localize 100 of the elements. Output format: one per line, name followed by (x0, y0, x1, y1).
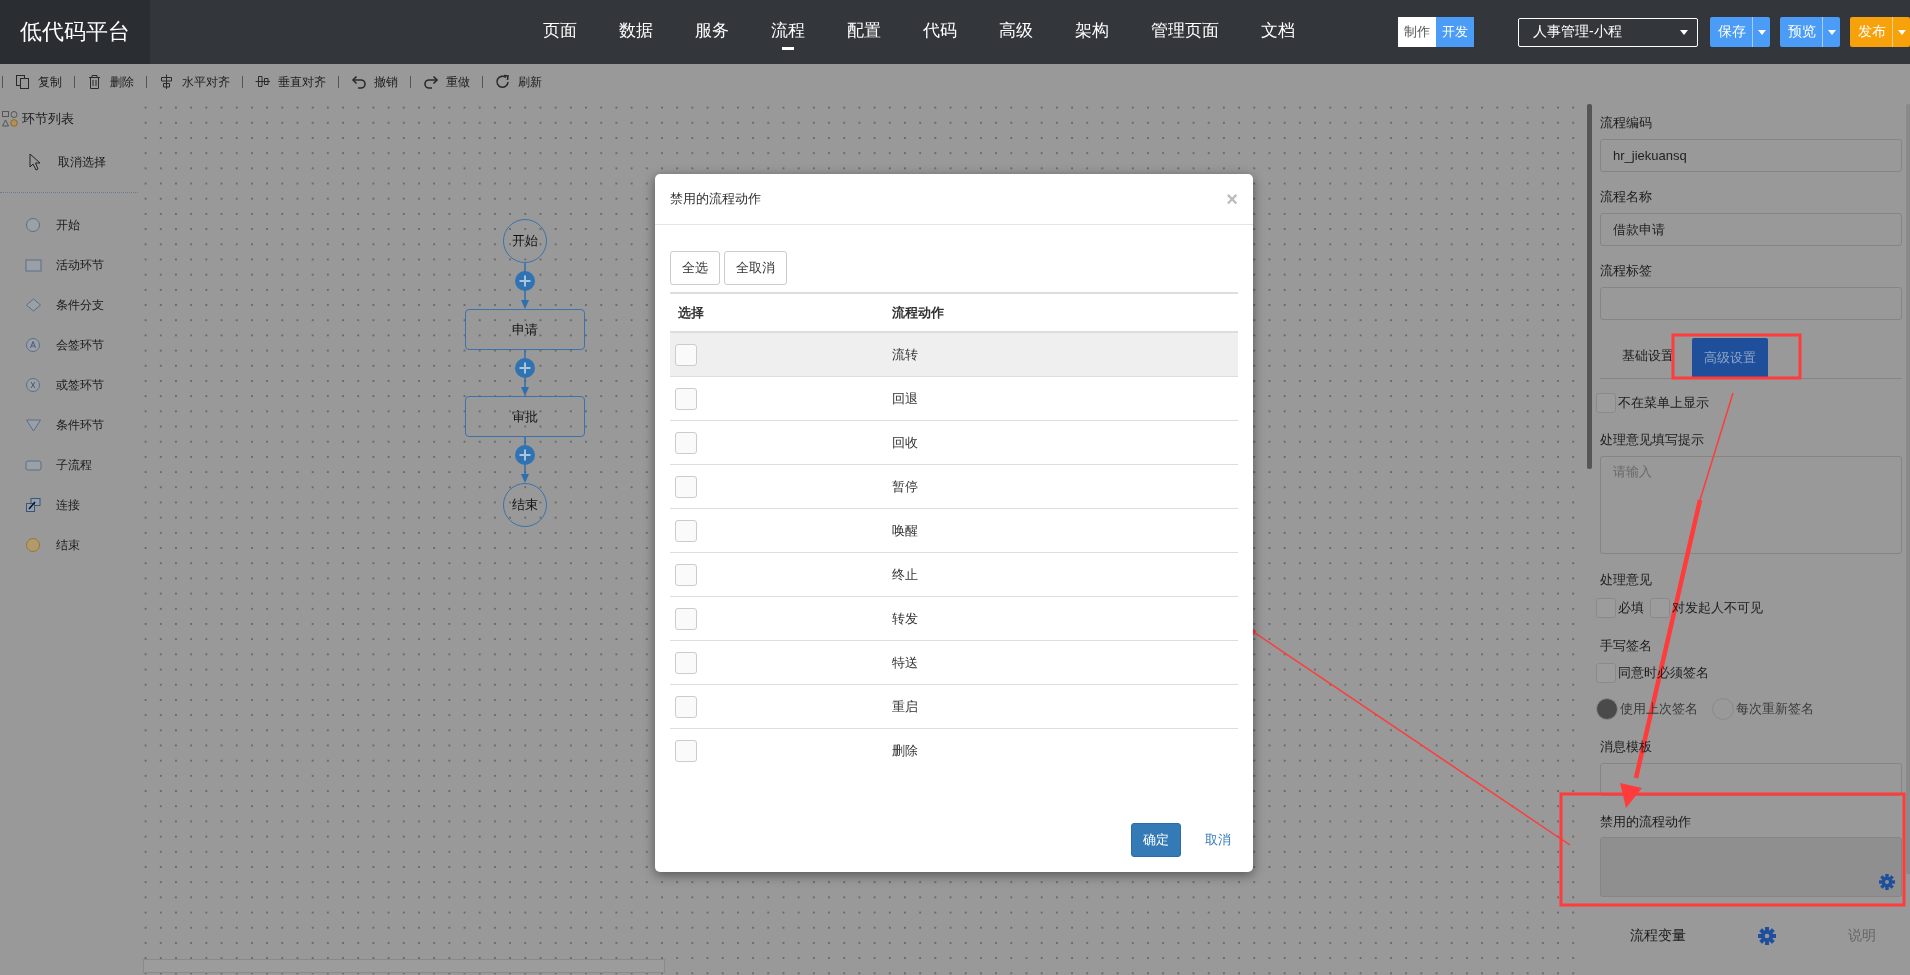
table-cell: 唤醒 (892, 521, 918, 540)
input-field[interactable]: 借款申请 (1600, 213, 1902, 246)
sidebar-item[interactable]: 取消选择 (0, 142, 138, 182)
select-all-button[interactable]: 全选 (670, 251, 720, 285)
radio-label: 每次重新签名 (1736, 700, 1814, 718)
checkbox[interactable] (675, 563, 697, 586)
dropdown-toggle[interactable] (1822, 17, 1840, 47)
nav-tab[interactable]: 架构 (1075, 13, 1109, 51)
toolbar-button[interactable]: 垂直对齐 (242, 76, 338, 88)
table-row[interactable]: 流转 (670, 333, 1238, 377)
connector-icon (25, 497, 42, 513)
radio-button[interactable] (1596, 698, 1618, 720)
sidebar-item[interactable]: 条件分支 (0, 285, 138, 325)
cursor-icon (28, 153, 42, 171)
add-node-button[interactable] (515, 445, 535, 465)
toolbar-button[interactable]: 撤销 (338, 76, 410, 88)
shapes-icon (2, 111, 18, 127)
caret-icon (1896, 28, 1907, 36)
table-row[interactable]: 重启 (670, 685, 1238, 729)
settings-tab[interactable]: 基础设置 (1610, 334, 1686, 378)
toolbar-button[interactable]: 复制 (2, 76, 74, 88)
sidebar-item[interactable]: 活动环节 (0, 245, 138, 285)
nav-tab[interactable]: 配置 (847, 13, 881, 51)
circle-cross-icon (25, 377, 42, 393)
undo-icon (351, 74, 366, 90)
flow-node[interactable]: 申请 (465, 309, 585, 350)
column-header: 流程动作 (892, 303, 944, 322)
nav-tab[interactable]: 管理页面 (1151, 13, 1219, 51)
scrollbar[interactable] (143, 959, 665, 973)
checkbox[interactable] (1650, 598, 1670, 618)
nav-tab[interactable]: 服务 (695, 13, 729, 51)
sidebar-item[interactable]: 或签环节 (0, 365, 138, 405)
panel-title: 环节列表 (22, 110, 74, 128)
toolbar-button[interactable]: 重做 (410, 76, 482, 88)
dropdown-toggle[interactable] (1752, 17, 1770, 47)
sidebar-item[interactable]: 开始 (0, 205, 138, 245)
toolbar-button[interactable]: 水平对齐 (146, 76, 242, 88)
dialog-title: 禁用的流程动作 (670, 190, 761, 208)
nav-tab[interactable]: 文档 (1261, 13, 1295, 51)
checkbox[interactable] (675, 651, 697, 674)
nav-tab[interactable]: 页面 (543, 13, 577, 51)
field-label: 流程名称 (1600, 188, 1653, 206)
table-cell: 重启 (892, 697, 918, 716)
toolbar-button[interactable]: 刷新 (482, 76, 554, 88)
readonly-field[interactable] (1600, 837, 1902, 897)
table-row[interactable]: 删除 (670, 729, 1238, 772)
checkbox[interactable] (675, 431, 697, 454)
settings-tab[interactable]: 高级设置 (1692, 338, 1768, 378)
align-center-icon (159, 74, 174, 90)
sidebar-item[interactable]: 子流程 (0, 445, 138, 485)
checkbox[interactable] (675, 695, 697, 718)
tab-link[interactable]: 流程变量 (1630, 927, 1686, 945)
cancel-link[interactable]: 取消 (1205, 831, 1231, 849)
trash-icon (87, 74, 102, 90)
deselect-all-button[interactable]: 全取消 (724, 251, 787, 285)
nav-tab[interactable]: 高级 (999, 13, 1033, 51)
checkbox-label: 不在菜单上显示 (1618, 394, 1709, 412)
add-node-button[interactable] (515, 358, 535, 378)
confirm-button[interactable]: 确定 (1131, 823, 1181, 857)
nav-tab[interactable]: 流程 (771, 13, 805, 51)
checkbox[interactable] (675, 387, 697, 410)
checkbox[interactable] (675, 739, 697, 762)
field-label: 流程标签 (1600, 262, 1653, 280)
table-row[interactable]: 终止 (670, 553, 1238, 597)
scrollbar[interactable] (1587, 104, 1592, 469)
sidebar-item[interactable]: 结束 (0, 525, 138, 565)
table-row[interactable]: 唤醒 (670, 509, 1238, 553)
sidebar-item[interactable]: 会签环节 (0, 325, 138, 365)
diamond-icon (25, 297, 42, 313)
column-header: 选择 (677, 303, 705, 322)
table-row[interactable]: 回收 (670, 421, 1238, 465)
caret-icon (1756, 28, 1767, 36)
settings-icon[interactable] (1879, 874, 1895, 890)
toolbar-button[interactable]: 删除 (74, 76, 146, 88)
checkbox[interactable] (675, 519, 697, 542)
table-cell: 暂停 (892, 477, 918, 496)
nav-tab[interactable]: 数据 (619, 13, 653, 51)
sidebar-item[interactable]: 连接 (0, 485, 138, 525)
refresh-icon (495, 74, 510, 90)
dropdown-toggle[interactable] (1892, 17, 1910, 47)
checkbox[interactable] (675, 607, 697, 630)
sidebar-item[interactable]: 条件环节 (0, 405, 138, 445)
checkbox[interactable] (675, 475, 697, 498)
select-field[interactable]: 人事管理-小程 (1518, 17, 1698, 47)
checkbox[interactable] (675, 343, 697, 366)
nav-tab[interactable]: 代码 (923, 13, 957, 51)
copy-icon (15, 74, 30, 90)
settings-icon[interactable] (1758, 927, 1776, 945)
rectangle-icon (25, 257, 42, 273)
table-row[interactable]: 暂停 (670, 465, 1238, 509)
table-row[interactable]: 回退 (670, 377, 1238, 421)
mode-toggle[interactable]: 制作 (1398, 17, 1436, 47)
input-field[interactable]: hr_jiekuansq (1600, 139, 1902, 172)
rectangle-icon (25, 457, 42, 473)
table-row[interactable]: 转发 (670, 597, 1238, 641)
table-cell: 流转 (892, 345, 918, 364)
table-cell: 转发 (892, 609, 918, 628)
add-node-button[interactable] (515, 271, 535, 291)
table-row[interactable]: 特送 (670, 641, 1238, 685)
flow-node[interactable]: 审批 (465, 396, 585, 437)
